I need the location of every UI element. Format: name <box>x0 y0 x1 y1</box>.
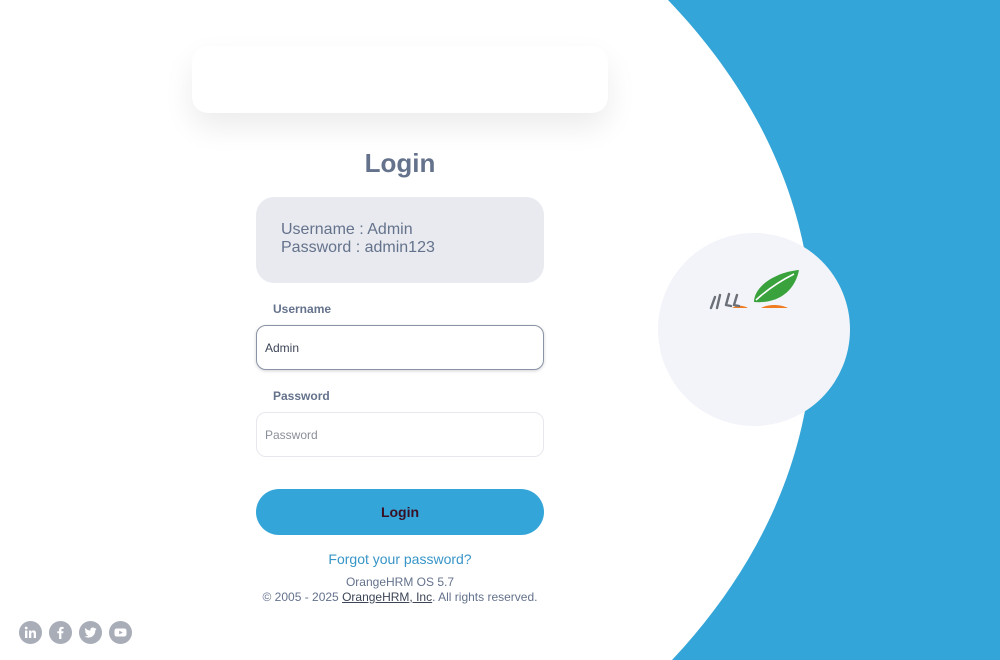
credentials-password-text: Password : admin123 <box>281 239 435 256</box>
copyright-suffix: . All rights reserved. <box>432 590 538 604</box>
forgot-password-link[interactable]: Forgot your password? <box>256 551 544 567</box>
login-title: Login <box>364 148 436 178</box>
company-link[interactable]: OrangeHRM, Inc <box>342 590 432 604</box>
password-input[interactable] <box>256 412 544 457</box>
logo-card <box>192 46 608 113</box>
orangehrm-logo-badge <box>658 233 850 426</box>
login-page: Login Username : Admin Password : admin1… <box>0 0 1000 660</box>
orangehrm-logo-icon <box>709 270 799 310</box>
footer-version: OrangeHRM OS 5.7 <box>345 575 455 589</box>
social-links <box>19 621 132 644</box>
credentials-username-text: Username : Admin <box>281 221 413 238</box>
login-button[interactable]: Login <box>256 489 544 535</box>
youtube-icon[interactable] <box>109 621 132 644</box>
credentials-hint-box: Username : Admin Password : admin123 <box>256 197 544 283</box>
twitter-icon[interactable] <box>79 621 102 644</box>
facebook-icon[interactable] <box>49 621 72 644</box>
copyright-prefix: © 2005 - 2025 <box>262 590 343 604</box>
username-label: Username <box>273 302 332 316</box>
footer: OrangeHRM OS 5.7 © 2005 - 2025 OrangeHRM… <box>200 575 600 605</box>
footer-copyright: © 2005 - 2025 OrangeHRM, Inc. All rights… <box>200 590 600 605</box>
password-label: Password <box>273 389 330 403</box>
linkedin-icon[interactable] <box>19 621 42 644</box>
username-input[interactable] <box>256 325 544 370</box>
